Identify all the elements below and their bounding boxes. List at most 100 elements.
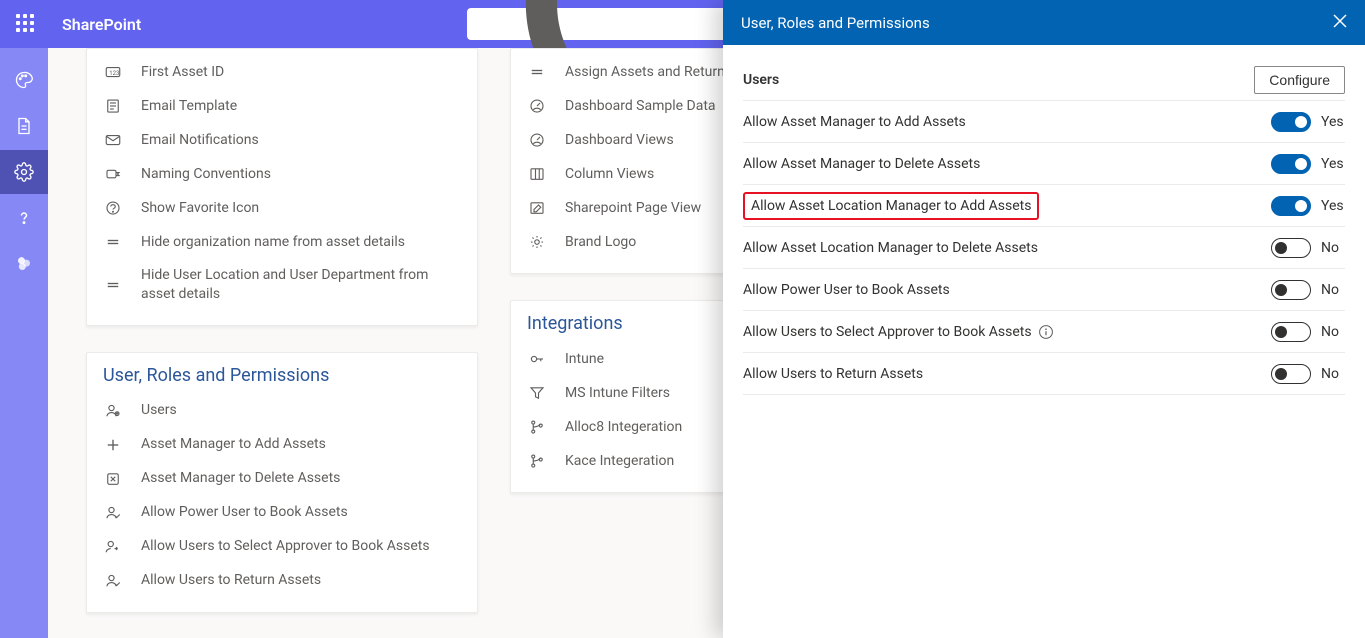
app-launcher-icon[interactable] bbox=[16, 14, 36, 34]
setting-label: Allow Users to Select Approver to Book A… bbox=[141, 537, 430, 556]
id-icon: 123 bbox=[103, 62, 123, 82]
setting-label: Brand Logo bbox=[565, 233, 636, 252]
svg-text:123: 123 bbox=[109, 70, 119, 77]
setting-item[interactable]: Asset Manager to Delete Assets bbox=[99, 462, 465, 496]
setting-item[interactable]: Show Favorite Icon bbox=[99, 191, 465, 225]
panel-row-label: Allow Asset Manager to Delete Assets bbox=[743, 156, 980, 172]
equals-icon bbox=[103, 275, 123, 295]
toggle-state-label: No bbox=[1321, 282, 1345, 298]
setting-item[interactable]: Hide User Location and User Department f… bbox=[99, 259, 465, 311]
panel-row-label-text: Allow Asset Location Manager to Delete A… bbox=[743, 240, 1038, 256]
toggle-state-label: No bbox=[1321, 240, 1345, 256]
plus-icon bbox=[103, 435, 123, 455]
rail-item-sharepoint[interactable] bbox=[0, 242, 48, 286]
setting-label: Hide organization name from asset detail… bbox=[141, 233, 405, 252]
toggle-state-label: Yes bbox=[1321, 156, 1345, 172]
user-arrow-icon bbox=[103, 537, 123, 557]
panel-row-label: Users bbox=[743, 72, 779, 88]
setting-label: Column Views bbox=[565, 165, 654, 184]
settings-column-left: 123 First Asset ID Email Template Email … bbox=[86, 48, 478, 613]
delete-icon bbox=[103, 469, 123, 489]
toggle-state-label: Yes bbox=[1321, 198, 1345, 214]
side-panel: User, Roles and Permissions Users Config… bbox=[723, 0, 1365, 638]
permission-toggle[interactable] bbox=[1271, 154, 1311, 174]
configure-button[interactable]: Configure bbox=[1254, 66, 1345, 94]
panel-row-label-text: Allow Asset Manager to Add Assets bbox=[743, 114, 966, 130]
rail-item-help[interactable] bbox=[0, 196, 48, 240]
template-icon bbox=[103, 96, 123, 116]
setting-item[interactable]: Email Notifications bbox=[99, 123, 465, 157]
equals-icon bbox=[103, 232, 123, 252]
panel-row-label: Allow Asset Location Manager to Add Asse… bbox=[743, 192, 1039, 220]
mail-icon bbox=[103, 130, 123, 150]
panel-row-label-text: Allow Users to Select Approver to Book A… bbox=[743, 324, 1032, 340]
rail-item-document[interactable] bbox=[0, 104, 48, 148]
panel-permission-row: Allow Asset Manager to Add Assets Yes bbox=[743, 101, 1345, 143]
permission-toggle[interactable] bbox=[1271, 322, 1311, 342]
toggle-state-label: No bbox=[1321, 366, 1345, 382]
setting-label: Assign Assets and Return A bbox=[565, 63, 737, 82]
setting-label: Dashboard Views bbox=[565, 131, 674, 150]
panel-row-label: Allow Asset Manager to Add Assets bbox=[743, 114, 966, 130]
panel-row-users: Users Configure bbox=[743, 59, 1345, 101]
setting-label: Intune bbox=[565, 350, 604, 369]
setting-item[interactable]: Asset Manager to Add Assets bbox=[99, 428, 465, 462]
branch-icon bbox=[527, 451, 547, 471]
toggle-state-label: Yes bbox=[1321, 114, 1345, 130]
setting-label: Dashboard Sample Data bbox=[565, 97, 716, 116]
setting-label: MS Intune Filters bbox=[565, 384, 670, 403]
panel-row-label-text: Allow Power User to Book Assets bbox=[743, 282, 950, 298]
setting-item[interactable]: Users bbox=[99, 394, 465, 428]
panel-row-label-text: Allow Asset Location Manager to Add Asse… bbox=[743, 192, 1039, 220]
setting-label: Kace Integeration bbox=[565, 452, 674, 471]
setting-label: Email Template bbox=[141, 97, 237, 116]
panel-permission-row: Allow Users to Select Approver to Book A… bbox=[743, 311, 1345, 353]
columns-icon bbox=[527, 164, 547, 184]
setting-item[interactable]: Allow Power User to Book Assets bbox=[99, 496, 465, 530]
setting-item[interactable]: Hide organization name from asset detail… bbox=[99, 225, 465, 259]
edit-icon bbox=[527, 198, 547, 218]
panel-row-label-text: Allow Asset Manager to Delete Assets bbox=[743, 156, 980, 172]
setting-label: Naming Conventions bbox=[141, 165, 271, 184]
setting-item[interactable]: 123 First Asset ID bbox=[99, 55, 465, 89]
setting-label: Allow Power User to Book Assets bbox=[141, 503, 348, 522]
permission-toggle[interactable] bbox=[1271, 238, 1311, 258]
setting-label: Sharepoint Page View bbox=[565, 199, 701, 218]
branch-icon bbox=[527, 417, 547, 437]
left-rail bbox=[0, 48, 48, 638]
user-check-icon bbox=[103, 571, 123, 591]
filter-icon bbox=[527, 383, 547, 403]
toggle-state-label: No bbox=[1321, 324, 1345, 340]
panel-permission-row: Allow Power User to Book Assets No bbox=[743, 269, 1345, 311]
panel-title: User, Roles and Permissions bbox=[741, 14, 930, 32]
setting-label: Asset Manager to Delete Assets bbox=[141, 469, 340, 488]
info-icon[interactable] bbox=[1038, 324, 1054, 340]
rail-item-settings[interactable] bbox=[0, 150, 48, 194]
brand-label: SharePoint bbox=[62, 15, 141, 34]
settings-card-general: 123 First Asset ID Email Template Email … bbox=[86, 48, 478, 326]
setting-item[interactable]: Naming Conventions bbox=[99, 157, 465, 191]
panel-row-label: Allow Users to Return Assets bbox=[743, 366, 923, 382]
rail-item-palette[interactable] bbox=[0, 58, 48, 102]
setting-item[interactable]: Email Template bbox=[99, 89, 465, 123]
dashboard-icon bbox=[527, 130, 547, 150]
close-icon[interactable] bbox=[1333, 14, 1347, 32]
setting-label: Asset Manager to Add Assets bbox=[141, 435, 326, 454]
panel-row-label-text: Allow Users to Return Assets bbox=[743, 366, 923, 382]
setting-item[interactable]: Allow Users to Return Assets bbox=[99, 564, 465, 598]
panel-permission-row: Allow Asset Manager to Delete Assets Yes bbox=[743, 143, 1345, 185]
gear-icon bbox=[527, 232, 547, 252]
permission-toggle[interactable] bbox=[1271, 112, 1311, 132]
panel-body: Users Configure Allow Asset Manager to A… bbox=[723, 45, 1365, 409]
dashboard-icon bbox=[527, 96, 547, 116]
naming-icon bbox=[103, 164, 123, 184]
key-icon bbox=[527, 349, 547, 369]
setting-label: Hide User Location and User Department f… bbox=[141, 266, 461, 304]
permission-toggle[interactable] bbox=[1271, 280, 1311, 300]
settings-card-urap: User, Roles and Permissions Users Asset … bbox=[86, 352, 478, 613]
favorite-icon bbox=[103, 198, 123, 218]
permission-toggle[interactable] bbox=[1271, 364, 1311, 384]
panel-row-label: Allow Users to Select Approver to Book A… bbox=[743, 324, 1054, 340]
setting-item[interactable]: Allow Users to Select Approver to Book A… bbox=[99, 530, 465, 564]
permission-toggle[interactable] bbox=[1271, 196, 1311, 216]
